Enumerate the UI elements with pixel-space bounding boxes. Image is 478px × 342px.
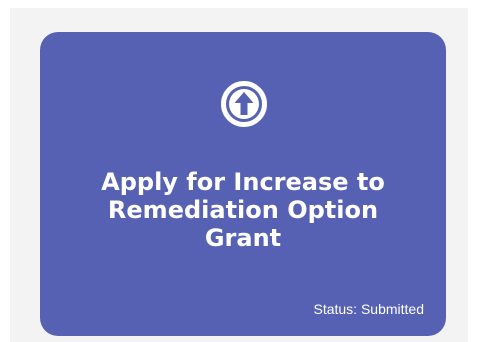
arrow-up-circle-icon [218,78,270,130]
card-title-line-3: Grant [204,224,282,252]
status-text: Status: Submitted [313,301,424,317]
card-title: Apply for Increase to Remediation Option… [40,168,446,252]
card-title-line-2: Remediation Option [107,196,379,224]
page-canvas: Apply for Increase to Remediation Option… [0,0,478,342]
card-title-line-1: Apply for Increase to [101,168,385,196]
